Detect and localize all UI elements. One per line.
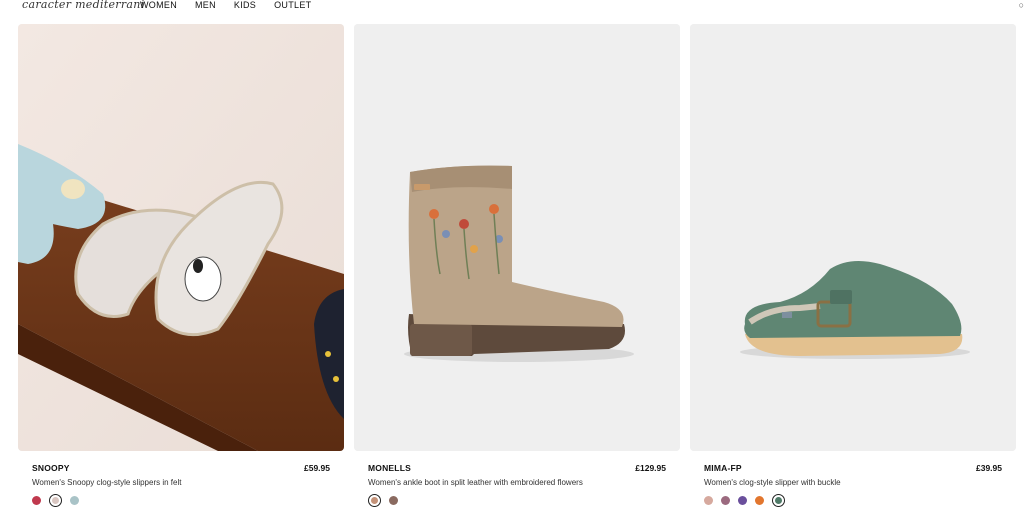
product-image[interactable] <box>18 24 344 451</box>
brand-logo[interactable]: caracter mediterrani <box>22 0 145 11</box>
color-swatch[interactable] <box>32 496 41 505</box>
product-image[interactable] <box>690 24 1016 451</box>
color-swatch[interactable] <box>704 496 713 505</box>
color-swatch[interactable] <box>389 496 398 505</box>
product-name[interactable]: MIMA-FP <box>704 463 742 473</box>
color-swatch[interactable] <box>755 496 764 505</box>
product-card[interactable]: MONELLS £129.95 Women's ankle boot in sp… <box>354 24 680 511</box>
product-info: SNOOPY £59.95 Women's Snoopy clog-style … <box>18 451 344 511</box>
product-description: Women's ankle boot in split leather with… <box>368 478 583 487</box>
search-icon[interactable]: ○ <box>1019 0 1024 10</box>
color-swatches <box>704 494 785 507</box>
nav-kids[interactable]: KIDS <box>234 0 256 11</box>
product-price: £129.95 <box>635 463 666 473</box>
product-card[interactable]: MIMA-FP £39.95 Women's clog-style slippe… <box>690 24 1016 511</box>
color-swatch[interactable] <box>70 496 79 505</box>
site-header: caracter mediterrani WOMEN MEN KIDS OUTL… <box>0 0 1024 14</box>
color-swatch[interactable] <box>368 494 381 507</box>
color-swatches <box>32 494 79 507</box>
product-price: £59.95 <box>304 463 330 473</box>
color-swatches <box>368 494 398 507</box>
nav-men[interactable]: MEN <box>195 0 216 11</box>
color-swatch[interactable] <box>49 494 62 507</box>
product-description: Women's clog-style slipper with buckle <box>704 478 841 487</box>
product-card[interactable]: SNOOPY £59.95 Women's Snoopy clog-style … <box>18 24 344 511</box>
product-description: Women's Snoopy clog-style slippers in fe… <box>32 478 182 487</box>
product-name[interactable]: SNOOPY <box>32 463 70 473</box>
product-info: MONELLS £129.95 Women's ankle boot in sp… <box>354 451 680 511</box>
main-nav: WOMEN MEN KIDS OUTLET <box>140 0 311 11</box>
color-swatch[interactable] <box>738 496 747 505</box>
product-image[interactable] <box>354 24 680 451</box>
nav-women[interactable]: WOMEN <box>140 0 177 11</box>
color-swatch[interactable] <box>721 496 730 505</box>
nav-outlet[interactable]: OUTLET <box>274 0 311 11</box>
product-price: £39.95 <box>976 463 1002 473</box>
color-swatch[interactable] <box>772 494 785 507</box>
product-name[interactable]: MONELLS <box>368 463 411 473</box>
product-info: MIMA-FP £39.95 Women's clog-style slippe… <box>690 451 1016 511</box>
